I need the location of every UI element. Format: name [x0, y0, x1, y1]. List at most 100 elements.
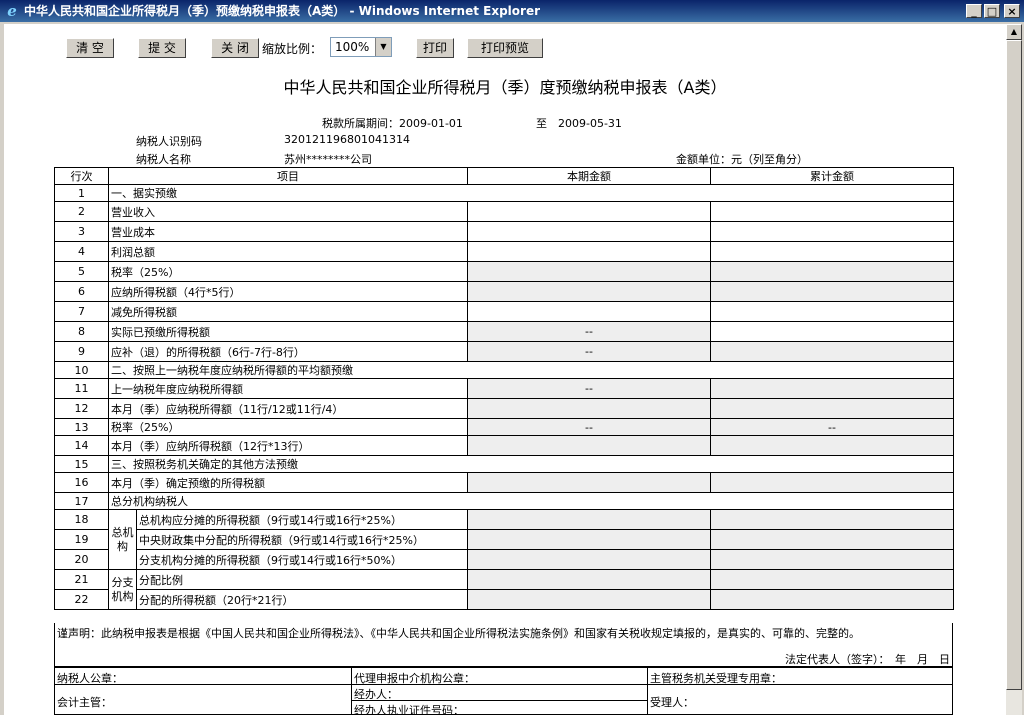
row-no: 9 [54, 341, 109, 362]
vertical-scrollbar[interactable]: ▲ [1006, 24, 1022, 715]
current-dash: -- [467, 378, 711, 399]
tax-form-table: 行次 项目 本期金额 累计金额 1 一、据实预缴 2 营业收入 3 营业成本 4 利润总额 5… [54, 167, 954, 610]
cumulative-cell [710, 281, 954, 302]
col-header-item: 项目 [108, 167, 468, 185]
group-label-branch: 分支机构 [108, 569, 137, 610]
page-title: 中华人民共和国企业所得税月（季）度预缴纳税申报表（A类） [283, 78, 727, 97]
accountant-label: 会计主管： [57, 696, 112, 709]
close-button[interactable]: 关 闭 [211, 38, 259, 58]
row-label: 本月（季）应纳税所得额（11行/12或11行/4） [108, 398, 468, 419]
cumulative-input[interactable] [710, 301, 954, 322]
taxpayer-name: 苏州********公司 [284, 153, 372, 166]
period-end: 至 2009-05-31 [536, 117, 622, 130]
chevron-down-icon[interactable]: ▼ [375, 38, 391, 56]
group-label-head-office: 总机构 [108, 509, 137, 570]
row-no: 22 [54, 589, 109, 610]
maximize-button[interactable]: □ [984, 4, 1000, 18]
print-button[interactable]: 打印 [416, 38, 454, 58]
row-label: 中央财政集中分配的所得税额（9行或14行或16行*25%） [136, 529, 468, 550]
cumulative-input[interactable] [710, 221, 954, 242]
cumulative-cell [710, 378, 954, 399]
cumulative-input[interactable] [710, 241, 954, 262]
cumulative-input[interactable] [710, 321, 954, 342]
window-titlebar: e 中华人民共和国企业所得税月（季）预缴纳税申报表（A类） - Windows … [0, 0, 1024, 22]
page-content: 清 空 提 交 关 闭 缩放比例： 100% ▼ 打印 打印预览 中华人民共和国企… [4, 24, 1006, 715]
col-header-cumulative: 累计金额 [710, 167, 954, 185]
row-no: 17 [54, 492, 109, 510]
minimize-button[interactable]: _ [966, 4, 982, 18]
current-cell [467, 281, 711, 302]
amount-unit: 金额单位：元（列至角分） [676, 153, 808, 166]
row-no: 1 [54, 184, 109, 202]
declaration-text: 谨声明：此纳税申报表是根据《中国人民共和国企业所得税法》、《中华人民共和国企业所… [57, 627, 860, 640]
ie-icon: e [7, 2, 17, 20]
cumulative-cell [710, 509, 954, 530]
row-label: 分配比例 [136, 569, 468, 590]
current-dash: -- [467, 418, 711, 436]
zoom-select[interactable]: 100% ▼ [330, 37, 392, 57]
zoom-value: 100% [335, 40, 370, 54]
clear-button[interactable]: 清 空 [66, 38, 114, 58]
cumulative-dash: -- [710, 418, 954, 436]
row-label: 营业收入 [108, 201, 468, 222]
period-start: 税款所属期间：2009-01-01 [322, 117, 463, 130]
row-label: 本月（季）应纳所得税额（12行*13行） [108, 435, 468, 456]
row-label: 减免所得税额 [108, 301, 468, 322]
scrollbar-thumb[interactable] [1006, 40, 1022, 690]
row-no: 4 [54, 241, 109, 262]
row-label: 税率（25%） [108, 418, 468, 436]
section-label: 三、按照税务机关确定的其他方法预缴 [108, 455, 954, 473]
current-input[interactable] [467, 241, 711, 262]
row-label: 本月（季）确定预缴的所得税额 [108, 472, 468, 493]
col-header-no: 行次 [54, 167, 109, 185]
current-cell [467, 472, 711, 493]
row-no: 10 [54, 361, 109, 379]
row-no: 21 [54, 569, 109, 590]
taxpayer-id: 320121196801041314 [284, 133, 410, 146]
current-dash: -- [467, 341, 711, 362]
row-label: 分支机构分摊的所得税额（9行或14行或16行*50%） [136, 549, 468, 570]
row-label: 应补（退）的所得税额（6行-7行-8行） [108, 341, 468, 362]
section-label: 一、据实预缴 [108, 184, 954, 202]
cumulative-cell [710, 261, 954, 282]
legal-rep-signature: 法定代表人（签字）： 年 月 日 [785, 653, 950, 666]
row-label: 税率（25%） [108, 261, 468, 282]
row-no: 15 [54, 455, 109, 473]
row-no: 11 [54, 378, 109, 399]
section-label: 总分机构纳税人 [108, 492, 954, 510]
taxpayer-name-label: 纳税人名称 [136, 153, 191, 166]
row-no: 18 [54, 509, 109, 530]
cumulative-cell [710, 549, 954, 570]
row-no: 5 [54, 261, 109, 282]
cumulative-cell [710, 589, 954, 610]
cumulative-cell [710, 398, 954, 419]
cumulative-cell [710, 529, 954, 550]
print-preview-button[interactable]: 打印预览 [467, 38, 543, 58]
cumulative-cell [710, 435, 954, 456]
submit-button[interactable]: 提 交 [138, 38, 186, 58]
taxpayer-seal-section: 纳税人公章： 会计主管： [55, 668, 351, 715]
window-title: 中华人民共和国企业所得税月（季）预缴纳税申报表（A类） - Windows In… [24, 4, 541, 18]
cumulative-cell [710, 569, 954, 590]
cumulative-cell [710, 341, 954, 362]
section-label: 二、按照上一纳税年度应纳税所得额的平均额预缴 [108, 361, 954, 379]
close-window-button[interactable]: × [1004, 4, 1020, 18]
row-no: 20 [54, 549, 109, 570]
zoom-label: 缩放比例： [262, 42, 323, 56]
row-label: 利润总额 [108, 241, 468, 262]
receiver-label: 受理人： [650, 696, 694, 709]
row-label: 分配的所得税额（20行*21行） [136, 589, 468, 610]
current-cell [467, 509, 711, 530]
tax-office-section: 主管税务机关受理专用章： 受理人： [647, 668, 952, 715]
row-label: 应纳所得税额（4行*5行） [108, 281, 468, 302]
scroll-up-arrow-icon[interactable]: ▲ [1006, 24, 1022, 40]
row-no: 12 [54, 398, 109, 419]
handler-cert-label: 经办人执业证件号码： [354, 704, 464, 715]
current-cell [467, 569, 711, 590]
current-input[interactable] [467, 201, 711, 222]
cumulative-input[interactable] [710, 201, 954, 222]
current-input[interactable] [467, 301, 711, 322]
current-input[interactable] [467, 221, 711, 242]
row-label: 上一纳税年度应纳税所得额 [108, 378, 468, 399]
current-cell [467, 435, 711, 456]
